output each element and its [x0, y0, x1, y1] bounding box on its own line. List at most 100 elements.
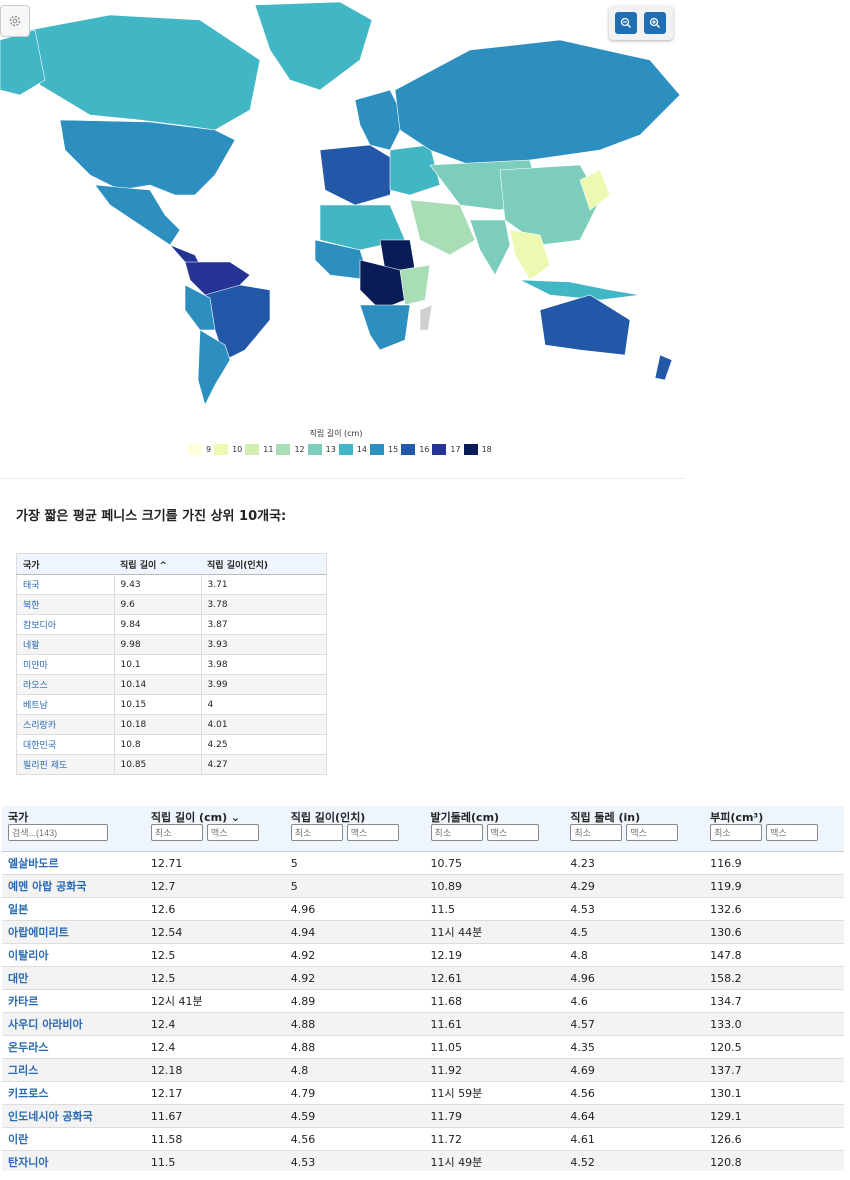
table-row: 탄자니아 11.5 4.53 11시 49분 4.52 120.8	[2, 1150, 844, 1171]
value-cell: 130.1	[704, 1081, 844, 1105]
country-link[interactable]: 필리핀 제도	[23, 761, 67, 771]
country-cell: 키프로스	[2, 1081, 145, 1105]
girth-in-max-input[interactable]	[626, 824, 679, 841]
legend-item: 18	[463, 444, 492, 455]
legend-label: 10	[232, 445, 243, 454]
country-link[interactable]: 아랍에미리트	[8, 926, 69, 939]
value-cell: 4.56	[564, 1081, 705, 1105]
table-row: 이란 11.58 4.56 11.72 4.61 126.6	[2, 1127, 844, 1151]
column-header-length-in[interactable]: 직립 길이(인치)	[284, 806, 425, 852]
country-link[interactable]: 일본	[8, 903, 28, 916]
value-cell: 11.72	[424, 1127, 565, 1151]
value-cell: 11.5	[424, 897, 565, 921]
region-australia	[539, 294, 631, 356]
country-link[interactable]: 이란	[8, 1133, 28, 1146]
country-link[interactable]: 인도네시아 공화국	[8, 1110, 93, 1123]
country-link[interactable]: 스리랑카	[23, 721, 56, 731]
value-cell: 4.6	[564, 989, 705, 1013]
country-cell: 대만	[2, 966, 145, 990]
value-cell: 12.4	[144, 1035, 285, 1059]
column-header-girth-in[interactable]: 직립 둘레 (in)	[564, 806, 705, 852]
column-header-country[interactable]: 국가	[2, 806, 145, 852]
country-link[interactable]: 북한	[23, 601, 40, 611]
country-link[interactable]: 대만	[8, 972, 28, 985]
legend-swatch	[188, 444, 202, 455]
country-cell: 북한	[16, 594, 115, 615]
country-cell: 이란	[2, 1127, 145, 1151]
world-map[interactable]: 직립 길이 (cm) 9 10 11 12 13 14 15 16 17 18	[0, 0, 685, 479]
legend-item: 9	[188, 444, 211, 455]
country-link[interactable]: 온두라스	[8, 1041, 48, 1054]
table-row: 미얀마 10.1 3.98	[16, 654, 327, 675]
country-cell: 스리랑카	[16, 714, 115, 735]
column-header-volume[interactable]: 부피(cm³)	[704, 806, 844, 852]
table-row: 이탈리아 12.5 4.92 12.19 4.8 147.8	[2, 943, 844, 967]
country-link[interactable]: 캄보디아	[23, 621, 56, 631]
length-cm-max-input[interactable]	[206, 824, 259, 841]
value-cell: 4	[200, 694, 327, 715]
country-link[interactable]: 예멘 아랍 공화국	[8, 880, 87, 893]
settings-button[interactable]	[0, 5, 30, 37]
table-row: 북한 9.6 3.78	[16, 594, 327, 615]
value-cell: 4.92	[284, 966, 425, 990]
girth-cm-max-input[interactable]	[486, 824, 539, 841]
value-cell: 4.88	[284, 1012, 425, 1036]
country-cell: 아랍에미리트	[2, 920, 145, 944]
country-link[interactable]: 키프로스	[8, 1087, 48, 1100]
country-link[interactable]: 베트남	[23, 701, 48, 711]
country-search-input[interactable]	[8, 824, 108, 841]
country-link[interactable]: 네팔	[23, 641, 40, 651]
value-cell: 4.69	[564, 1058, 705, 1082]
country-link[interactable]: 엘살바도르	[8, 857, 59, 870]
country-cell: 예멘 아랍 공화국	[2, 874, 145, 898]
country-link[interactable]: 사우디 아라비아	[8, 1018, 83, 1031]
value-cell: 4.27	[200, 754, 327, 775]
region-sudan	[379, 239, 416, 271]
legend-swatch	[370, 444, 385, 455]
column-header-length-inch[interactable]: 직립 길이(인치)	[201, 553, 327, 575]
legend-item: 14	[338, 444, 367, 455]
column-header-country[interactable]: 국가	[16, 553, 114, 575]
table-row: 엘살바도르 12.71 5 10.75 4.23 116.9	[2, 851, 844, 875]
country-link[interactable]: 탄자니아	[8, 1156, 48, 1169]
value-cell: 4.61	[564, 1127, 705, 1151]
length-cm-min-input[interactable]	[150, 824, 203, 841]
zoom-in-icon	[649, 17, 660, 28]
table-row: 네팔 9.98 3.93	[16, 634, 327, 655]
length-in-max-input[interactable]	[346, 824, 399, 841]
gear-icon	[9, 15, 21, 27]
value-cell: 11.61	[424, 1012, 565, 1036]
value-cell: 126.6	[704, 1127, 844, 1151]
table-row: 대한민국 10.8 4.25	[16, 734, 327, 755]
girth-cm-min-input[interactable]	[430, 824, 483, 841]
value-cell: 11.68	[424, 989, 565, 1013]
country-link[interactable]: 카타르	[8, 995, 38, 1008]
legend-item: 13	[307, 444, 336, 455]
value-cell: 134.7	[704, 989, 844, 1013]
country-link[interactable]: 라오스	[23, 681, 48, 691]
country-link[interactable]: 이탈리아	[8, 949, 48, 962]
value-cell: 4.96	[284, 897, 425, 921]
zoom-in-button[interactable]	[644, 12, 666, 34]
value-cell: 9.98	[113, 634, 202, 655]
country-link[interactable]: 미얀마	[23, 661, 48, 671]
value-cell: 11시 59분	[424, 1081, 565, 1105]
choropleth-map[interactable]	[0, 0, 685, 420]
legend-swatch	[338, 444, 353, 455]
value-cell: 4.89	[284, 989, 425, 1013]
zoom-controls	[609, 6, 673, 40]
volume-min-input[interactable]	[710, 824, 763, 841]
column-header-girth-cm[interactable]: 발기둘레(cm)	[424, 806, 565, 852]
country-cell: 카타르	[2, 989, 145, 1013]
value-cell: 5	[284, 851, 425, 875]
column-header-length-cm[interactable]: 직립 길이 (cm) ⌄	[144, 806, 285, 852]
column-header-length[interactable]: 직립 길이 ^	[114, 553, 201, 575]
volume-max-input[interactable]	[766, 824, 819, 841]
length-in-min-input[interactable]	[290, 824, 343, 841]
country-link[interactable]: 그리스	[8, 1064, 38, 1077]
legend-label: 13	[325, 445, 336, 454]
zoom-out-button[interactable]	[615, 12, 637, 34]
country-link[interactable]: 대한민국	[23, 741, 56, 751]
country-link[interactable]: 태국	[23, 581, 40, 591]
girth-in-min-input[interactable]	[570, 824, 623, 841]
